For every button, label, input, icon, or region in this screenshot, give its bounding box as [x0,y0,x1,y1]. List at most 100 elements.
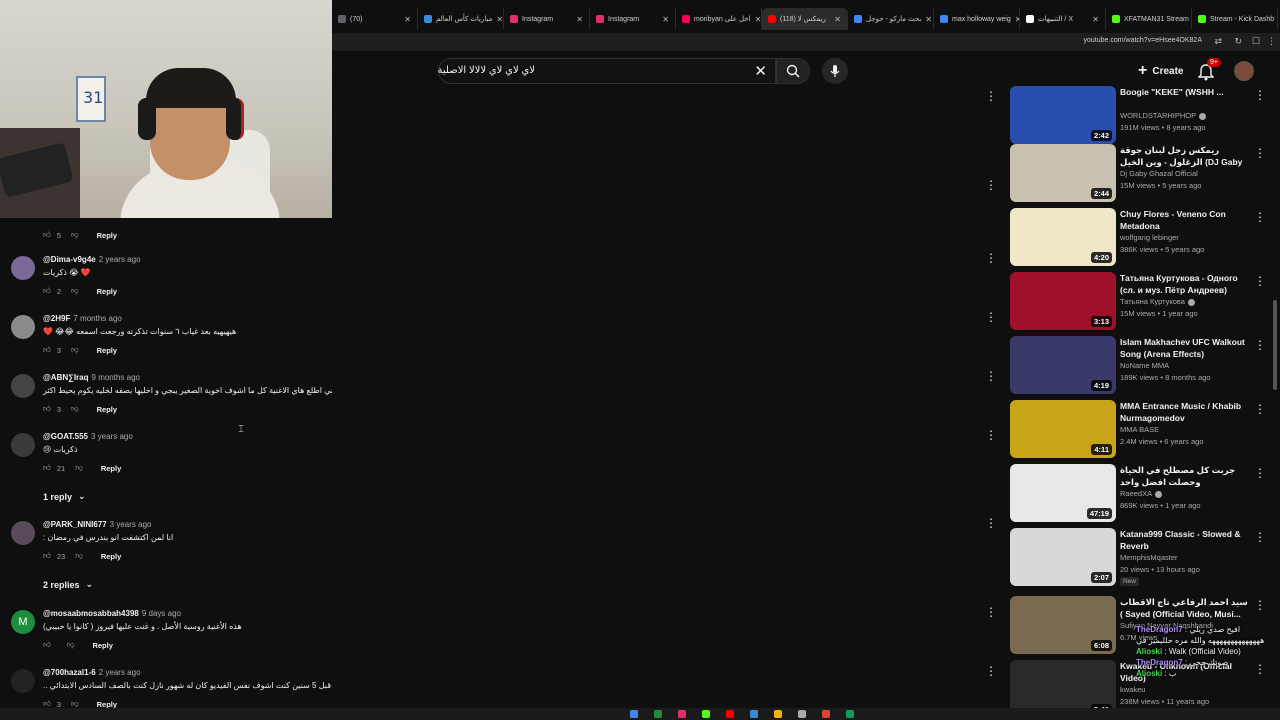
recommended-video[interactable]: 2:42 Boogie "KEKE" (WSHH ... WORLDSTARHI… [1010,86,1272,144]
dislike-icon[interactable]: 👎︎ [71,230,79,240]
channel-label[interactable]: MemphisMqaster [1120,553,1178,562]
video-thumbnail[interactable]: 6:08 [1010,596,1116,654]
dislike-icon[interactable]: 👎︎ [67,640,75,650]
comment-time[interactable]: 2 years ago [99,668,141,677]
search-input[interactable]: لاي لاي لاي لالالا الاصلية [438,65,535,76]
address-bar[interactable]: youtube.com/watch?v=eHsee4OK82A ⇄ ↻ ☐ ⋮ [332,33,1280,51]
video-title[interactable]: سيد احمد الرفاعي تاج الاقطاب ( Sayed (Of… [1120,596,1248,620]
reply-button[interactable]: Reply [97,405,117,414]
video-title[interactable]: Islam Makhachev UFC Walkout Song (Arena … [1120,336,1248,360]
video-thumbnail[interactable]: 2:44 [1010,144,1116,202]
share-icon[interactable]: ⇄ [1214,36,1222,47]
comment-author[interactable]: @Dima-v9g4e 2 years ago [43,255,141,264]
more-actions-icon[interactable]: ⋮ [985,663,997,679]
dislike-icon[interactable]: 👎︎ [75,463,83,473]
comment-handle[interactable]: @GOAT.555 [43,432,88,441]
browser-tab[interactable]: XFATMAN31 Stream ✕ [1106,8,1192,30]
close-tab-icon[interactable]: ✕ [662,15,669,24]
recommended-video[interactable]: 2:44 ريمكس زجل لبنان جوقة الزغلول - وين … [1010,144,1272,202]
video-thumbnail[interactable]: 47:19 [1010,464,1116,522]
more-actions-icon[interactable]: ⋮ [985,604,997,620]
browser-tab[interactable]: مباريات كأس العالم ✕ [418,8,504,30]
more-actions-icon[interactable]: ⋮ [1254,598,1266,612]
view-replies-button[interactable]: 1 reply ⌄ [43,491,86,502]
close-tab-icon[interactable]: ✕ [834,15,841,24]
menu-icon[interactable]: ⋮ [1267,36,1276,47]
browser-tab[interactable]: Instagram ✕ [504,8,590,30]
more-actions-icon[interactable]: ⋮ [1254,466,1266,480]
channel-label[interactable]: wolfgang lebinger [1120,233,1179,242]
like-icon[interactable]: 👍︎ [43,551,51,561]
more-actions-icon[interactable]: ⋮ [1254,210,1266,224]
comment-author[interactable]: @mosaabmosabbah4398 9 days ago [43,609,181,618]
channel-label[interactable]: Татьяна Куртукова [1120,297,1185,306]
commenter-avatar[interactable] [11,521,35,545]
video-thumbnail[interactable]: 4:19 [1010,336,1116,394]
channel-label[interactable]: Dj Gaby Ghazal Official [1120,169,1198,178]
comment-handle[interactable]: @2H9F [43,314,70,323]
comment-author[interactable]: @2H9F 7 months ago [43,314,122,323]
video-title[interactable]: جربت كل مصطلح في الحياة وحصلت افضل واحد [1120,464,1248,488]
view-replies-button[interactable]: 2 replies ⌄ [43,579,93,590]
channel-name[interactable]: MemphisMqaster [1120,553,1178,562]
taskbar-app-icon[interactable] [798,710,806,718]
comment-time[interactable]: 3 years ago [91,432,133,441]
taskbar-app-icon[interactable] [726,710,734,718]
channel-name[interactable]: RaeedXA [1120,489,1163,498]
comment-handle[interactable]: @ABN∑Iraq [43,373,89,382]
channel-name[interactable]: MMA BASE [1120,425,1159,434]
video-title[interactable]: Татьяна Куртукова - Одного (сл. и муз. П… [1120,272,1248,296]
comment-time[interactable]: 3 years ago [110,520,152,529]
dislike-icon[interactable]: 👎︎ [71,345,79,355]
recommended-video[interactable]: 2:07 Katana999 Classic - Slowed & Reverb… [1010,528,1272,586]
like-icon[interactable]: 👍︎ [43,404,51,414]
more-actions-icon[interactable]: ⋮ [1254,338,1266,352]
video-thumbnail[interactable]: 2:42 [1010,86,1116,144]
browser-tab[interactable]: (118) ريمكس لا ✕ [762,8,848,30]
more-actions-icon[interactable]: ⋮ [1254,146,1266,160]
commenter-avatar[interactable] [11,433,35,457]
more-actions-icon[interactable]: ⋮ [985,427,997,443]
commenter-avatar[interactable]: M [11,610,35,634]
comment-handle[interactable]: @700hazal1-6 [43,668,96,677]
browser-tab[interactable]: Instagram ✕ [590,8,676,30]
like-icon[interactable]: 👍︎ [43,463,51,473]
taskbar-app-icon[interactable] [654,710,662,718]
more-actions-icon[interactable]: ⋮ [985,309,997,325]
commenter-avatar[interactable] [11,256,35,280]
close-tab-icon[interactable]: ✕ [576,15,583,24]
comment-handle[interactable]: @Dima-v9g4e [43,255,96,264]
commenter-avatar[interactable] [11,315,35,339]
video-title[interactable]: Katana999 Classic - Slowed & Reverb [1120,528,1248,552]
comment-handle[interactable]: @mosaabmosabbah4398 [43,609,139,618]
channel-name[interactable]: WORLDSTARHIPHOP [1120,111,1207,120]
comment-time[interactable]: 7 months ago [73,314,121,323]
reply-button[interactable]: Reply [97,287,117,296]
commenter-avatar[interactable] [11,374,35,398]
channel-name[interactable]: Татьяна Куртукова [1120,297,1195,306]
more-actions-icon[interactable]: ⋮ [985,88,997,104]
close-tab-icon[interactable]: ✕ [1092,15,1099,24]
close-tab-icon[interactable]: ✕ [404,15,411,24]
reply-button[interactable]: Reply [101,552,121,561]
taskbar-app-icon[interactable] [774,710,782,718]
video-title[interactable]: MMA Entrance Music / Khabib Nurmagomedov [1120,400,1248,424]
channel-label[interactable]: WORLDSTARHIPHOP [1120,111,1196,120]
channel-name[interactable]: wolfgang lebinger [1120,233,1179,242]
browser-tab[interactable]: max holloway weig ✕ [934,8,1020,30]
bookmark-icon[interactable]: ☐ [1252,36,1260,47]
dislike-icon[interactable]: 👎︎ [75,551,83,561]
browser-tab[interactable]: Stream - Kick Dashb ✕ [1192,8,1278,30]
taskbar-app-icon[interactable] [630,710,638,718]
comment-time[interactable]: 9 days ago [142,609,181,618]
comment-author[interactable]: @700hazal1-6 2 years ago [43,668,141,677]
taskbar-app-icon[interactable] [750,710,758,718]
more-actions-icon[interactable]: ⋮ [985,515,997,531]
voice-search-button[interactable] [822,58,848,84]
channel-name[interactable]: NoName MMA [1120,361,1169,370]
search-button[interactable] [776,58,810,84]
like-icon[interactable]: 👍︎ [43,230,51,240]
browser-tab[interactable]: بحث ماركو - جوجل ✕ [848,8,934,30]
video-title[interactable]: Boogie "KEKE" (WSHH ... [1120,86,1248,98]
recommended-video[interactable]: 4:19 Islam Makhachev UFC Walkout Song (A… [1010,336,1272,394]
